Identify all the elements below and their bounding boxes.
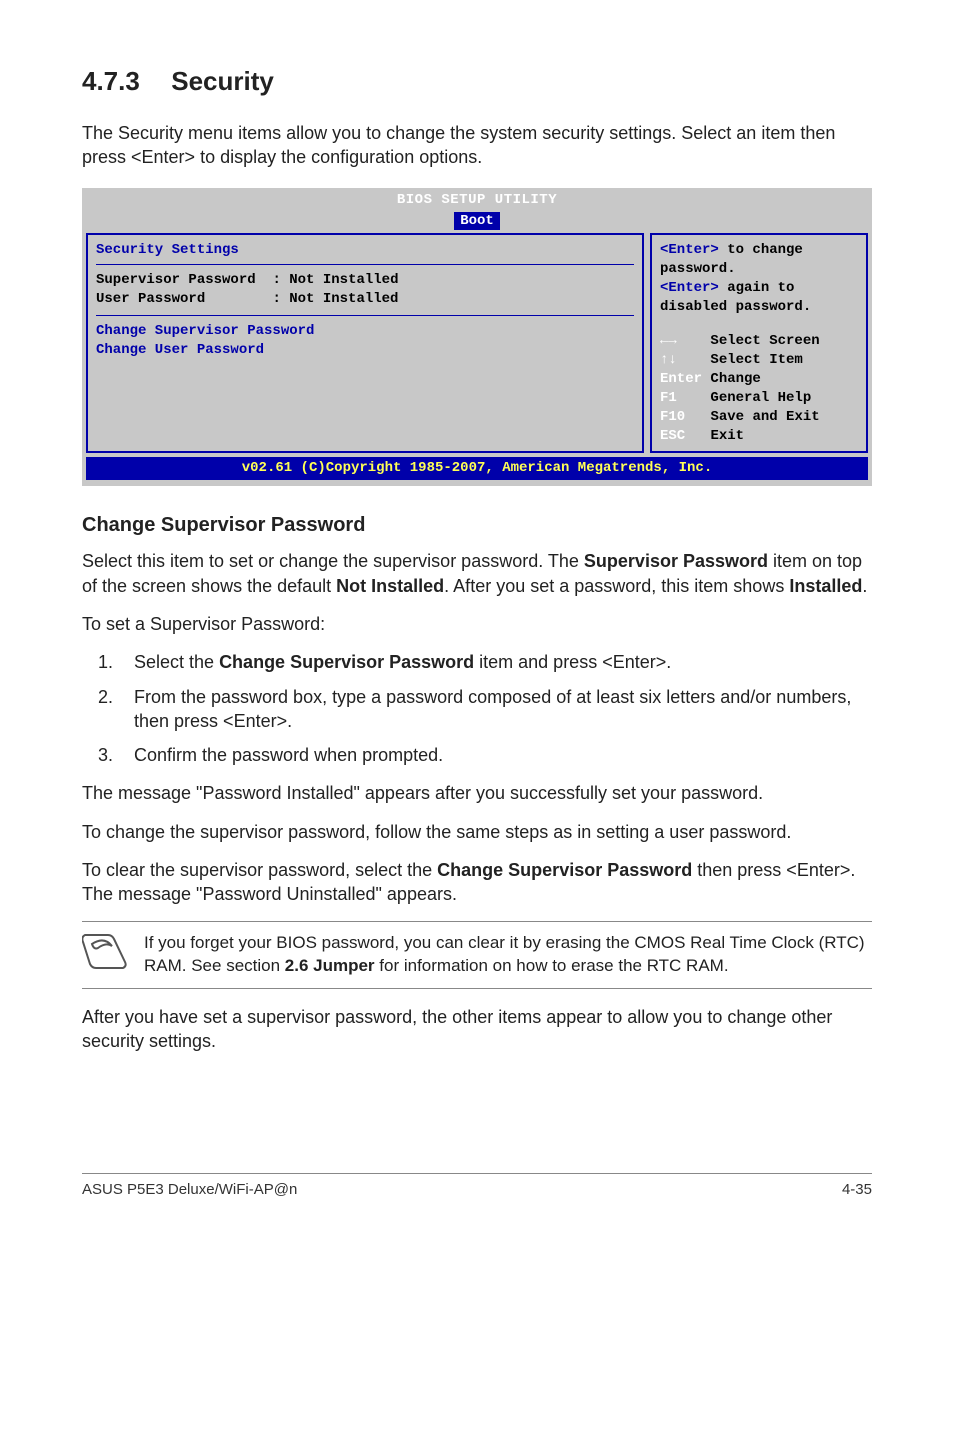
bios-divider: [96, 315, 634, 316]
step-3: Confirm the password when prompted.: [118, 743, 872, 767]
nav-exit: Exit: [710, 428, 744, 444]
bios-main-heading: Security Settings: [96, 241, 634, 260]
bios-option-change-supervisor: Change Supervisor Password: [96, 322, 634, 341]
bios-usr-label: User Password: [96, 291, 205, 307]
p1-b2: Not Installed: [336, 576, 444, 596]
bios-option-change-user: Change User Password: [96, 341, 634, 360]
arrows-lr-icon: ←→: [660, 333, 677, 349]
paragraph-6: After you have set a supervisor password…: [82, 1005, 872, 1054]
note-text: If you forget your BIOS password, you ca…: [144, 932, 872, 978]
section-title: Security: [171, 66, 274, 96]
p1-t3: . After you set a password, this item sh…: [444, 576, 789, 596]
paragraph-3: The message "Password Installed" appears…: [82, 781, 872, 805]
bios-help-t4: disabled password.: [660, 298, 858, 317]
nav-key-enter: Enter: [660, 371, 702, 387]
section-number: 4.7.3: [82, 64, 164, 99]
nav-select-item: Select Item: [710, 352, 802, 368]
bios-help-t2: password.: [660, 260, 858, 279]
nav-change: Change: [710, 371, 760, 387]
bios-tabs: Boot: [82, 212, 872, 234]
nav-save-exit: Save and Exit: [710, 409, 819, 425]
p5-b: Change Supervisor Password: [437, 860, 692, 880]
arrows-ud-icon: ↑↓: [660, 352, 677, 368]
footer-left: ASUS P5E3 Deluxe/WiFi-AP@n: [82, 1180, 297, 1200]
paragraph-5: To clear the supervisor password, select…: [82, 858, 872, 907]
p1-t1: Select this item to set or change the su…: [82, 551, 584, 571]
bios-tab-boot: Boot: [454, 212, 500, 231]
s1-t2: item and press <Enter>.: [474, 652, 671, 672]
step-1: Select the Change Supervisor Password it…: [118, 650, 872, 674]
nav-select-screen: Select Screen: [710, 333, 819, 349]
note-b: 2.6 Jumper: [285, 956, 375, 975]
nav-key-esc: ESC: [660, 428, 685, 444]
note-t2: for information on how to erase the RTC …: [375, 956, 729, 975]
p5-t1: To clear the supervisor password, select…: [82, 860, 437, 880]
bios-main-pane: Security Settings Supervisor Password : …: [86, 233, 644, 453]
bios-user-row: User Password : Not Installed: [96, 290, 634, 309]
steps-list: Select the Change Supervisor Password it…: [82, 650, 872, 767]
bios-side-pane: <Enter> to change password. <Enter> agai…: [650, 233, 868, 453]
note-icon: [82, 932, 128, 972]
page-footer: ASUS P5E3 Deluxe/WiFi-AP@n 4-35: [82, 1173, 872, 1200]
p1-b3: Installed: [789, 576, 862, 596]
bios-divider: [96, 264, 634, 265]
subheading-change-supervisor: Change Supervisor Password: [82, 512, 872, 539]
bios-nav-help: ←→ Select Screen ↑↓ Select Item Enter Ch…: [660, 332, 858, 445]
bios-panel: BIOS SETUP UTILITY Boot Security Setting…: [82, 188, 872, 487]
nav-key-f10: F10: [660, 409, 685, 425]
step-2: From the password box, type a password c…: [118, 685, 872, 734]
section-heading: 4.7.3 Security: [82, 64, 872, 99]
note-block: If you forget your BIOS password, you ca…: [82, 921, 872, 989]
bios-supervisor-row: Supervisor Password : Not Installed: [96, 271, 634, 290]
p1-b1: Supervisor Password: [584, 551, 768, 571]
paragraph-4: To change the supervisor password, follo…: [82, 820, 872, 844]
bios-help-enter-2: <Enter>: [660, 280, 719, 296]
paragraph-1: Select this item to set or change the su…: [82, 549, 872, 598]
lead-paragraph: The Security menu items allow you to cha…: [82, 121, 872, 170]
nav-general-help: General Help: [710, 390, 811, 406]
bios-help-t3: again to: [719, 280, 795, 296]
bios-help-enter-1: <Enter>: [660, 242, 719, 258]
p1-t4: .: [862, 576, 867, 596]
bios-screenshot: BIOS SETUP UTILITY Boot Security Setting…: [82, 188, 872, 487]
paragraph-2: To set a Supervisor Password:: [82, 612, 872, 636]
bios-help-text: <Enter> to change password. <Enter> agai…: [660, 241, 858, 317]
bios-usr-value: : Not Installed: [272, 291, 398, 307]
s1-t1: Select the: [134, 652, 219, 672]
bios-title: BIOS SETUP UTILITY: [82, 188, 872, 212]
bios-sup-value: : Not Installed: [272, 272, 398, 288]
s1-b: Change Supervisor Password: [219, 652, 474, 672]
bios-help-t1: to change: [719, 242, 803, 258]
nav-key-f1: F1: [660, 390, 677, 406]
footer-right: 4-35: [842, 1180, 872, 1200]
bios-copyright-footer: v02.61 (C)Copyright 1985-2007, American …: [86, 457, 868, 480]
bios-sup-label: Supervisor Password: [96, 272, 256, 288]
